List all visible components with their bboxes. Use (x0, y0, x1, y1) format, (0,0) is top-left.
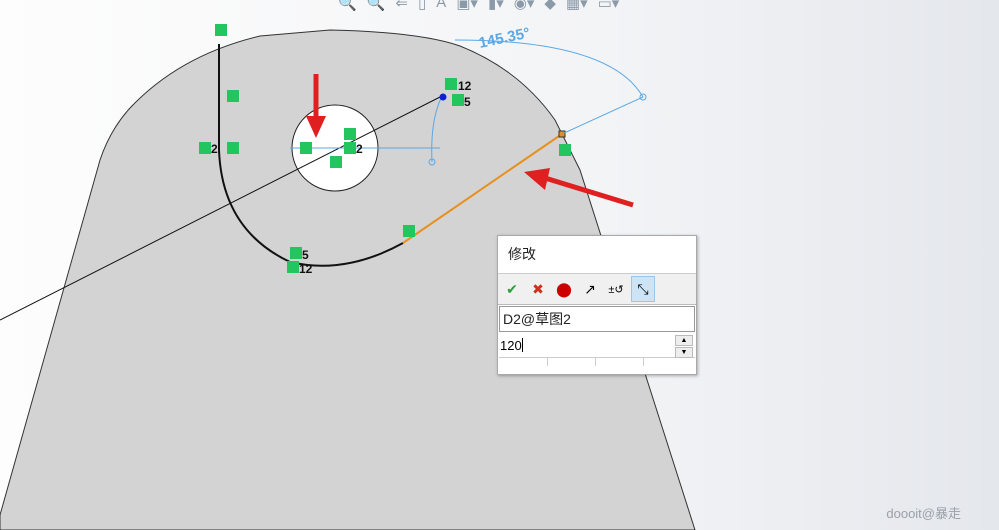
watermark: doooit@暴走 (886, 506, 961, 521)
modify-dialog: 修改 ✔ ✖ ⬤ ↗ ±↺ ⤡ D2@草图2 120 ▲ ▼ (497, 235, 697, 375)
reset-spin-increment-icon[interactable]: ±↺ (605, 277, 627, 301)
thumbwheel[interactable] (499, 357, 695, 366)
mark-dimension-icon[interactable]: ⤡ (631, 276, 655, 302)
value-input[interactable]: 120 ▲ ▼ (498, 333, 696, 358)
spin-up[interactable]: ▲ (675, 335, 693, 346)
rebuild-icon[interactable]: ⬤ (553, 277, 575, 301)
value-text[interactable]: 120 (500, 338, 522, 353)
value-spinner[interactable]: ▲ ▼ (675, 335, 693, 358)
reverse-direction-icon[interactable]: ↗ (579, 277, 601, 301)
dialog-title: 修改 (498, 236, 696, 274)
ok-button[interactable]: ✔ (501, 277, 523, 301)
dimension-name-field[interactable]: D2@草图2 (499, 306, 695, 332)
blue-point[interactable] (439, 93, 447, 101)
relation-label: 5 (464, 95, 471, 109)
relation-label: 5 (302, 248, 309, 262)
relation-label: 12 (299, 262, 313, 276)
cancel-button[interactable]: ✖ (527, 277, 549, 301)
relation-label: 12 (458, 79, 472, 93)
relation-label: 2 (356, 142, 363, 156)
spin-down[interactable]: ▼ (675, 347, 693, 358)
angle-dimension[interactable]: 145.35° (477, 24, 531, 51)
relation-label: 2 (211, 142, 218, 156)
